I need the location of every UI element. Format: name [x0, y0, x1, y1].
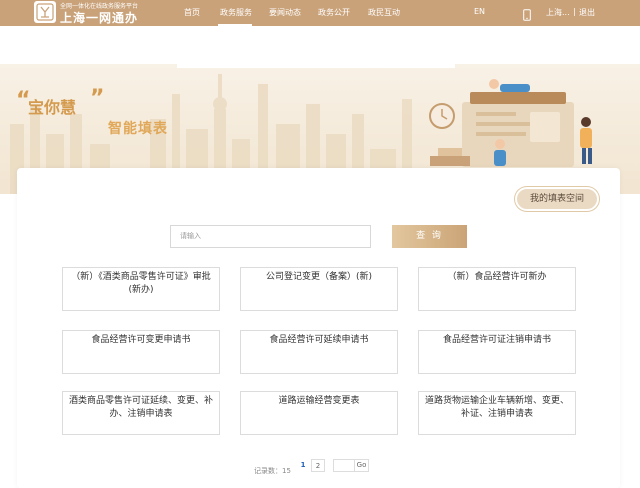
slogan-quote-close: ”	[90, 86, 105, 111]
logout-link[interactable]: 退出	[579, 7, 595, 18]
form-list-card	[17, 168, 620, 488]
page-1-button[interactable]: 1	[296, 459, 310, 472]
logo-title[interactable]: 上海一网通办	[60, 9, 138, 26]
form-tile-food-license-change[interactable]: 食品经营许可变更申请书	[62, 330, 220, 374]
top-header: 全网一体化在线政务服务平台 上海一网通办 首页 政务服务 要闻动态 政务公开 政…	[0, 0, 640, 26]
logo-icon[interactable]	[34, 1, 56, 23]
search-input[interactable]: 请输入	[170, 225, 371, 248]
form-tile-food-license-cancel[interactable]: 食品经营许可证注销申请书	[418, 330, 576, 374]
form-tile-food-license-new[interactable]: （新）食品经营许可新办	[418, 267, 576, 311]
header-spacer	[0, 26, 640, 64]
language-switch[interactable]: EN	[474, 7, 485, 16]
my-form-space-button[interactable]: 我的填表空间	[515, 187, 599, 211]
nav-government-affairs[interactable]: 政务公开	[318, 7, 350, 18]
form-tile-company-registration-change[interactable]: 公司登记变更（备案）(新)	[240, 267, 398, 311]
slogan-sub: 智能填表	[108, 121, 168, 137]
search-button[interactable]: 查 询	[392, 225, 467, 248]
slogan-main: 宝你慧	[28, 98, 77, 117]
go-button[interactable]: Go	[354, 459, 369, 472]
banner-tab-strip	[177, 64, 455, 68]
nav-government-services[interactable]: 政务服务	[220, 7, 252, 18]
nav-home[interactable]: 首页	[184, 7, 200, 18]
page-2-button[interactable]: 2	[311, 459, 325, 472]
nav-news[interactable]: 要闻动态	[269, 7, 301, 18]
mobile-phone-icon[interactable]	[523, 6, 531, 25]
page-jump-input[interactable]	[333, 459, 355, 472]
form-tile-road-freight-vehicle[interactable]: 道路货物运输企业车辆新增、变更、补证、注销申请表	[418, 391, 576, 435]
user-name[interactable]: 上海...	[546, 7, 570, 18]
record-count: 记录数：15	[254, 467, 291, 475]
header-separator: |	[573, 7, 576, 16]
form-tile-liquor-retail-new[interactable]: （新）《酒类商品零售许可证》审批(新办)	[62, 267, 220, 311]
form-tile-road-transport-change[interactable]: 道路运输经营变更表	[240, 391, 398, 435]
form-tile-liquor-retail-renewal[interactable]: 酒类商品零售许可证延续、变更、补办、注销申请表	[62, 391, 220, 435]
nav-interaction[interactable]: 政民互动	[368, 7, 400, 18]
form-tile-food-license-renewal[interactable]: 食品经营许可延续申请书	[240, 330, 398, 374]
